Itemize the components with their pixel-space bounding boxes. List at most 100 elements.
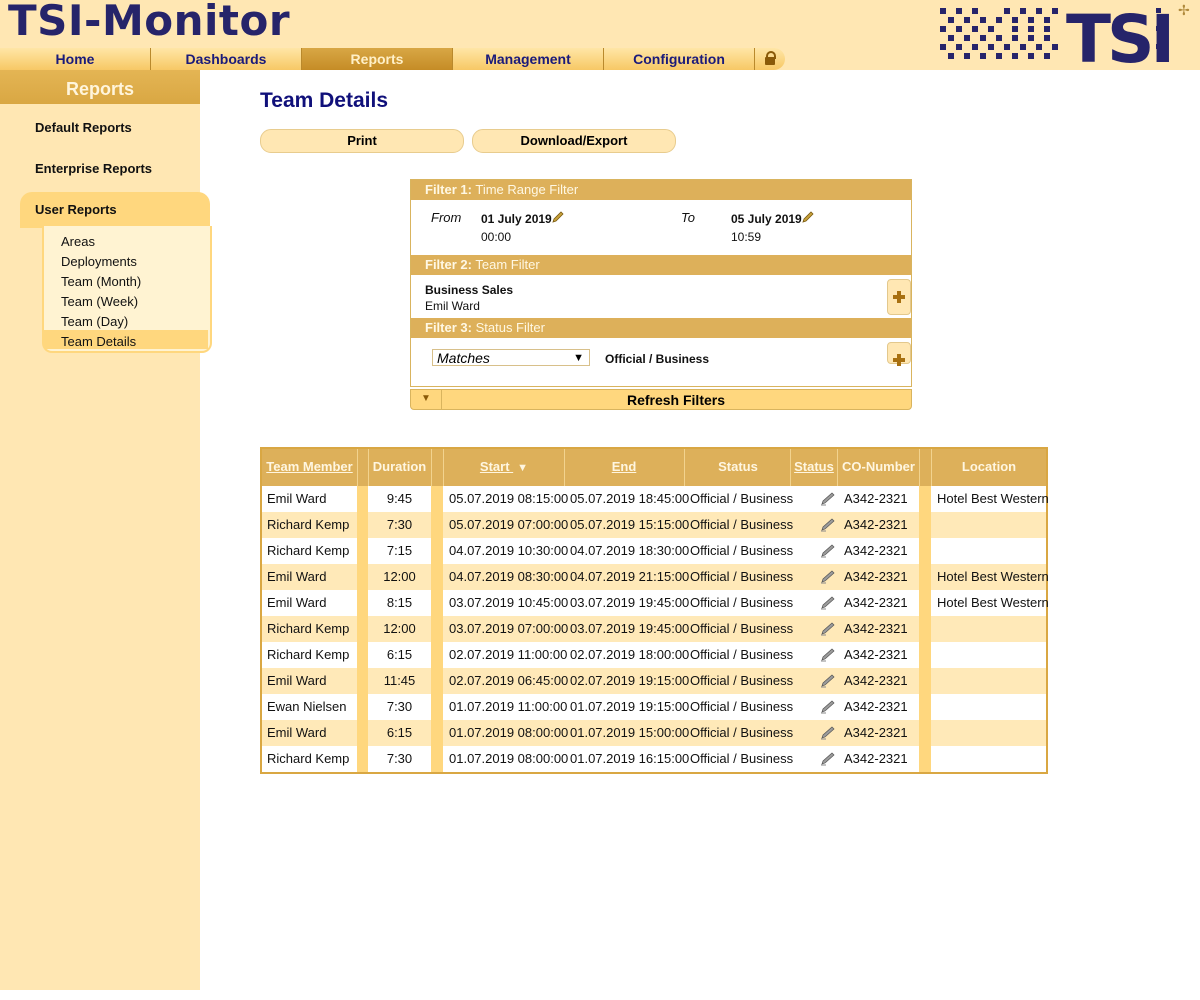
cell-location (937, 616, 1046, 642)
cell-co: A342-2321 (844, 647, 908, 662)
cell-co: A342-2321 (844, 751, 908, 766)
cell-start: 02.07.2019 06:45:00 (449, 673, 569, 688)
cell-duration: 7:15 (386, 543, 413, 558)
status-filter-value: Official / Business (605, 352, 710, 366)
table-header-row: Team Member Duration Start ▼ End Status … (262, 449, 1046, 486)
th-start[interactable]: Start ▼ (444, 449, 564, 486)
th-co-number: CO-Number (842, 459, 915, 474)
cell-location (937, 720, 1046, 746)
sidebar-sub-team-week[interactable]: Team (Week) (61, 294, 138, 309)
app-title: TSI-Monitor (8, 0, 291, 45)
filter-3-header: Filter 3: Status Filter (411, 318, 911, 338)
refresh-filters-button[interactable]: Refresh Filters (441, 390, 911, 409)
sidebar-sub-team-day[interactable]: Team (Day) (61, 314, 128, 329)
edit-status-pencil-icon[interactable] (820, 648, 836, 662)
cell-location: Hotel Best Western (937, 491, 1049, 506)
cell-co: A342-2321 (844, 699, 908, 714)
nav-reports[interactable]: Reports (302, 48, 453, 70)
cell-member: Richard Kemp (267, 647, 350, 662)
cell-co: A342-2321 (844, 621, 908, 636)
edit-status-pencil-icon[interactable] (820, 518, 836, 532)
sidebar-sub-deployments[interactable]: Deployments (61, 254, 137, 269)
cell-start: 01.07.2019 08:00:00 (449, 751, 569, 766)
nav-home[interactable]: Home (0, 48, 151, 70)
nav-dashboards[interactable]: Dashboards (151, 48, 302, 70)
from-time: 00:00 (481, 230, 512, 244)
th-duration: Duration (372, 459, 427, 474)
th-status-sortable[interactable]: Status (791, 449, 837, 486)
print-button[interactable]: Print (260, 129, 464, 153)
cell-duration: 7:30 (386, 699, 413, 714)
filter-panel: Filter 1: Time Range Filter From 01 July… (410, 179, 912, 387)
cell-member: Richard Kemp (267, 751, 350, 766)
th-status: Status (718, 459, 758, 474)
filter-1-prefix: Filter 1: (425, 182, 472, 197)
edit-status-pencil-icon[interactable] (820, 596, 836, 610)
cell-end: 01.07.2019 15:00:00 (570, 725, 690, 740)
cell-duration: 8:15 (386, 595, 413, 610)
cell-start: 03.07.2019 10:45:00 (449, 595, 569, 610)
edit-status-pencil-icon[interactable] (820, 492, 836, 506)
cell-status: Official / Business (690, 621, 794, 636)
logo-text: TSI (1066, 4, 1170, 66)
cell-location (937, 746, 1046, 772)
cell-member: Emil Ward (267, 569, 327, 584)
tsi-logo: TSI (940, 4, 1170, 66)
add-team-filter-plus-icon[interactable] (887, 279, 911, 315)
cell-co: A342-2321 (844, 517, 908, 532)
collapse-filters-toggle[interactable]: ▼ (411, 390, 442, 409)
download-export-button[interactable]: Download/Export (472, 129, 676, 153)
cell-member: Emil Ward (267, 491, 327, 506)
cell-member: Ewan Nielsen (267, 699, 347, 714)
cell-location: Hotel Best Western (937, 569, 1049, 584)
status-match-value: Matches (437, 350, 490, 366)
cell-member: Richard Kemp (267, 517, 350, 532)
to-label: To (681, 210, 695, 225)
team-name: Business Sales (425, 283, 514, 297)
refresh-bar: ▼ Refresh Filters (410, 389, 912, 410)
cell-member: Emil Ward (267, 673, 327, 688)
sidebar-item-default-reports[interactable]: Default Reports (35, 120, 132, 135)
lock-button[interactable] (755, 48, 785, 70)
edit-status-pencil-icon[interactable] (820, 752, 836, 766)
cell-location (937, 538, 1046, 564)
filter-2-prefix: Filter 2: (425, 257, 472, 272)
edit-status-pencil-icon[interactable] (820, 674, 836, 688)
cell-duration: 6:15 (386, 647, 413, 662)
cell-co: A342-2321 (844, 725, 908, 740)
nav-configuration[interactable]: Configuration (604, 48, 755, 70)
edit-status-pencil-icon[interactable] (820, 726, 836, 740)
sidebar: Reports Default Reports Enterprise Repor… (0, 70, 212, 990)
to-time: 10:59 (731, 230, 762, 244)
cell-co: A342-2321 (844, 543, 908, 558)
add-status-filter-plus-icon[interactable] (887, 342, 911, 366)
sidebar-sublist: Areas Deployments Team (Month) Team (Wee… (42, 226, 212, 353)
th-end[interactable]: End (564, 449, 684, 486)
cell-start: 04.07.2019 08:30:00 (449, 569, 569, 584)
edit-status-pencil-icon[interactable] (820, 700, 836, 714)
sidebar-sub-areas[interactable]: Areas (61, 234, 95, 249)
edit-to-pencil-icon[interactable] (801, 210, 815, 224)
sidebar-sub-team-details[interactable]: Team Details (61, 334, 136, 349)
nav-management[interactable]: Management (453, 48, 604, 70)
edit-status-pencil-icon[interactable] (820, 544, 836, 558)
from-date: 01 July 2019 (481, 212, 552, 226)
edit-status-pencil-icon[interactable] (820, 570, 836, 584)
cell-status: Official / Business (690, 725, 794, 740)
sidebar-item-enterprise-reports[interactable]: Enterprise Reports (35, 161, 152, 176)
cell-location (937, 642, 1046, 668)
sidebar-sub-team-month[interactable]: Team (Month) (61, 274, 141, 289)
main-nav: Home Dashboards Reports Management Confi… (0, 48, 785, 70)
edit-status-pencil-icon[interactable] (820, 622, 836, 636)
status-match-select[interactable]: Matches ▼ (432, 349, 590, 366)
cell-duration: 11:45 (383, 673, 416, 688)
filter-1-name: Time Range Filter (475, 182, 579, 197)
edit-from-pencil-icon[interactable] (551, 210, 565, 224)
dropdown-arrow-icon: ▼ (573, 352, 584, 364)
sidebar-item-user-reports[interactable]: User Reports (35, 202, 117, 217)
to-date: 05 July 2019 (731, 212, 802, 226)
sort-down-icon: ▼ (517, 462, 529, 474)
cell-end: 02.07.2019 19:15:00 (570, 673, 690, 688)
cell-end: 04.07.2019 21:15:00 (570, 569, 690, 584)
th-team-member[interactable]: Team Member (262, 449, 357, 486)
